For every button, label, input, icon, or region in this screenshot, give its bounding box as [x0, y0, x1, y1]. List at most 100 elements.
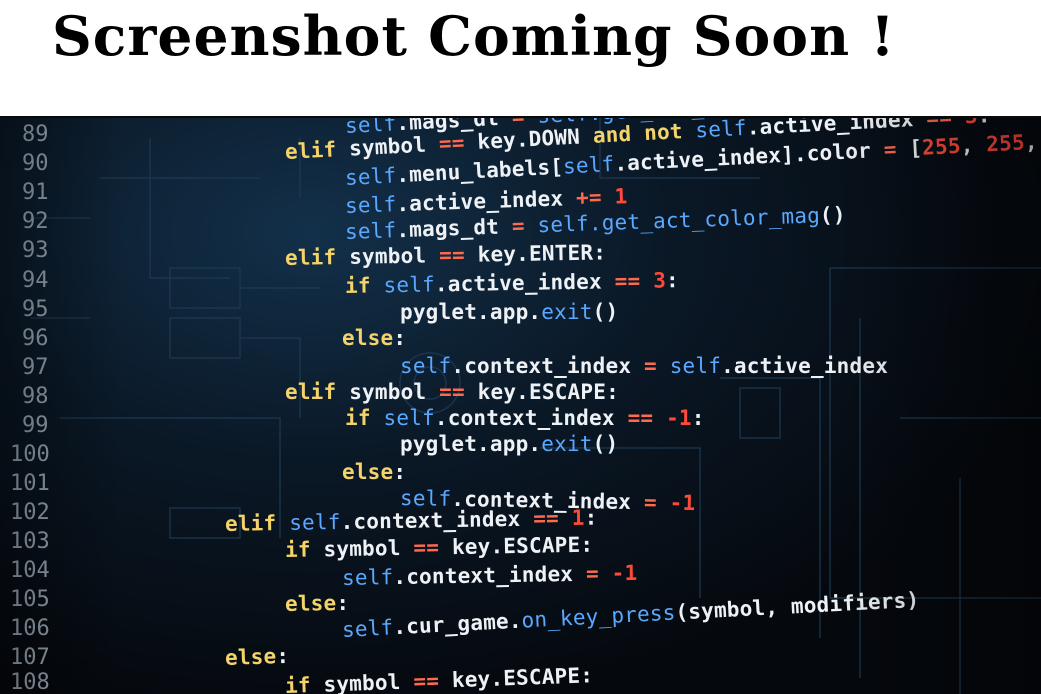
code-token: [ [908, 135, 923, 161]
code-token: () [819, 202, 847, 228]
code-line: else: [225, 644, 290, 670]
code-token: else [342, 460, 394, 484]
code-line: pyglet.app.exit() [400, 300, 618, 324]
code-token: : [336, 590, 350, 616]
code-token: .context_index [393, 561, 587, 590]
code-token: .active_index [434, 269, 615, 297]
code-token: -1 [666, 406, 692, 430]
code-token: pyglet.app. [400, 432, 542, 456]
line-number: 105 [10, 587, 50, 612]
code-token: self [537, 211, 590, 238]
code-token: elif [224, 510, 290, 536]
code-token: self [341, 615, 394, 642]
code-token: self [694, 118, 748, 143]
line-number: 93 [22, 238, 49, 263]
code-token: symbol [323, 535, 414, 562]
code-token: .mags_dt [395, 214, 513, 243]
code-token: : [584, 505, 598, 530]
code-token: == [926, 118, 966, 130]
code-token: = [585, 561, 612, 586]
code-token: key.ESCAPE: [477, 380, 619, 404]
code-token: pyglet.app. [400, 300, 542, 324]
line-number-gutter: 89 90 91 92 93 94 95 96 97 98 99 100 101… [0, 118, 70, 694]
code-token: if [284, 672, 324, 694]
code-token: = [643, 490, 670, 515]
code-token: : [977, 118, 991, 128]
code-token: elif [285, 380, 350, 404]
code-token: == [412, 668, 453, 694]
code-token: 255 [985, 130, 1026, 157]
code-token: elif [284, 136, 350, 164]
code-token: .active_index [721, 354, 889, 378]
code-token: if [345, 406, 384, 430]
code-token: 3 [652, 268, 667, 293]
code-token: == [438, 129, 479, 156]
code-token: -1 [669, 490, 696, 516]
code-line: self.context_index = self.active_index [400, 354, 888, 378]
code-token: self [344, 163, 397, 190]
banner-title: Screenshot Coming Soon ! [52, 4, 896, 68]
code-token: self [344, 218, 397, 244]
code-token: = [511, 213, 538, 239]
code-token: .context_index [451, 354, 645, 378]
code-token: self [344, 192, 397, 218]
line-number: 95 [22, 297, 49, 322]
code-token: symbol [349, 380, 440, 404]
line-number: 106 [10, 616, 50, 641]
code-token: == [627, 406, 667, 430]
code-token: self [383, 406, 435, 430]
line-number: 92 [22, 209, 49, 234]
code-token: == [614, 268, 654, 294]
code-token: self [562, 151, 615, 179]
code-token: == [439, 380, 478, 404]
line-number: 98 [22, 384, 49, 409]
code-token: == [413, 535, 453, 560]
code-token: = [883, 136, 910, 162]
code-token: symbol [348, 243, 440, 269]
code-token: () [592, 432, 619, 456]
code-line: else: [342, 326, 406, 350]
code-token: : [275, 643, 290, 669]
code-token: else [224, 644, 277, 670]
code-token: elif [284, 244, 350, 270]
code-token: , [960, 132, 987, 158]
line-number: 90 [22, 151, 49, 176]
code-token: symbol [348, 131, 440, 161]
code-token: self [400, 354, 452, 378]
code-token: == [438, 242, 478, 268]
code-token: symbol [323, 669, 414, 694]
code-token: : [691, 406, 705, 430]
code-token: .context_index [434, 406, 628, 430]
code-token: : [393, 460, 407, 484]
code-token: -1 [611, 560, 638, 586]
code-token: if [344, 273, 384, 298]
code-token: else [342, 326, 394, 350]
coming-soon-banner: Screenshot Coming Soon ! [0, 0, 1041, 118]
code-token: 3 [964, 118, 978, 128]
line-number: 104 [10, 558, 50, 583]
code-token: .context_index [340, 506, 534, 534]
code-token: else [284, 591, 337, 616]
code-token: self [669, 354, 722, 378]
line-number: 91 [22, 180, 49, 205]
code-token: 1 [571, 505, 585, 530]
code-token: = [644, 354, 670, 378]
line-number: 99 [22, 413, 49, 438]
code-line: if self.context_index == -1: [345, 406, 705, 430]
line-number: 89 [22, 122, 49, 147]
code-token: : [665, 268, 680, 293]
code-line: pyglet.app.exit() [400, 432, 618, 456]
line-number: 97 [22, 355, 49, 380]
code-token: == [532, 505, 572, 531]
code-token: 255 [921, 133, 962, 160]
line-number: 102 [10, 500, 50, 525]
code-token: exit [541, 432, 593, 456]
code-token: self [399, 486, 452, 511]
code-token: key.ENTER: [477, 240, 607, 267]
code-token: self [383, 272, 436, 298]
line-number: 96 [22, 326, 49, 351]
code-token: self [341, 565, 394, 590]
code-token: : [393, 326, 407, 350]
line-number: 107 [10, 645, 50, 670]
code-token: if [284, 537, 324, 562]
